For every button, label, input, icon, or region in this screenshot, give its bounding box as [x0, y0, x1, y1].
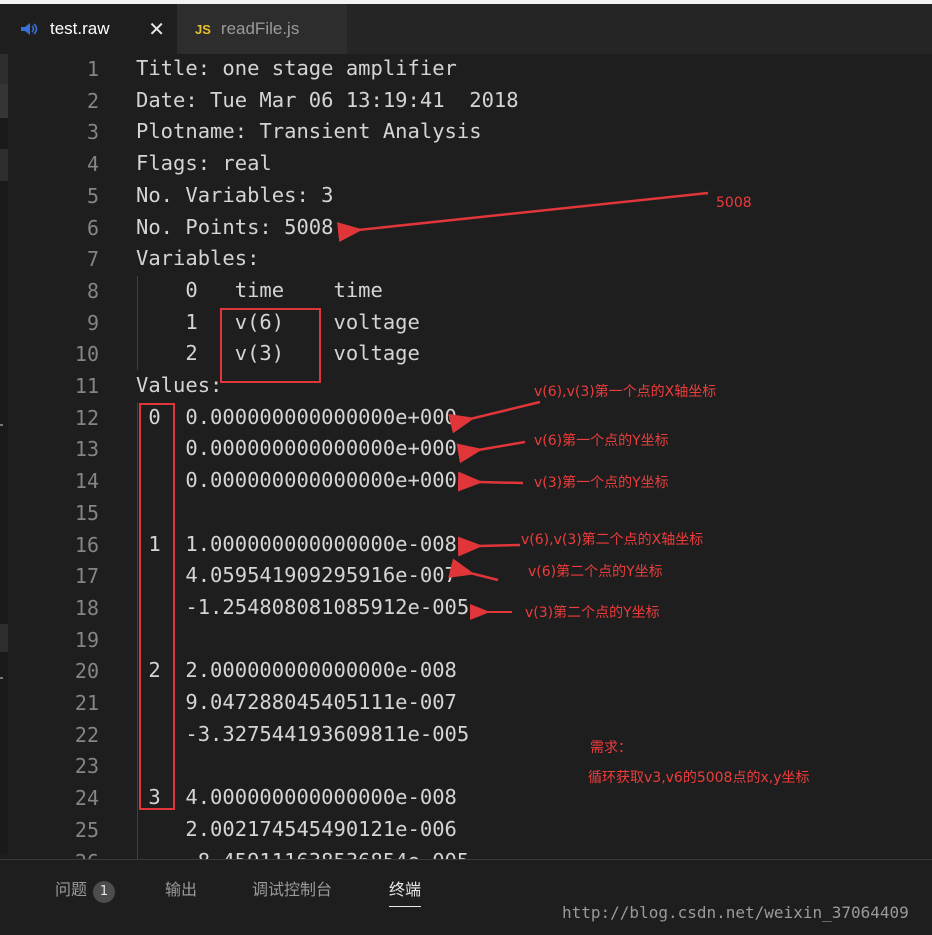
tab-problems[interactable]: 问题 1 — [55, 876, 116, 903]
line-number: 5 — [86, 183, 99, 208]
line-number: 8 — [86, 278, 99, 303]
tab-output[interactable]: 输出 — [165, 876, 197, 900]
close-icon[interactable]: ✕ — [148, 17, 165, 41]
line-number: 11 — [74, 374, 99, 398]
line-number: 7 — [86, 247, 99, 272]
code-line: 8 0 time time — [0, 276, 932, 307]
edge-mark — [0, 424, 3, 426]
raw-file-icon — [21, 23, 38, 35]
variables-highlight-box — [220, 308, 321, 383]
annotation-line-14: v(3)第一个点的Y坐标 — [534, 475, 669, 491]
index-highlight-box — [139, 403, 175, 810]
line-number: 14 — [74, 469, 99, 494]
line-number: 3 — [86, 120, 99, 145]
line-text: -1.254808081085912e-005 — [136, 594, 470, 619]
line-text: -3.327544193609811e-005 — [136, 721, 470, 746]
annotation-points-count: 5008 — [716, 195, 752, 211]
annotation-line-16: v(6),v(3)第二个点的X轴坐标 — [521, 532, 704, 548]
line-text: 0.000000000000000e+000 — [136, 436, 457, 461]
requirement-body: 循环获取v3,v6的5008点的x,y坐标 — [588, 770, 810, 786]
annotation-line-17: v(6)第二个点的Y坐标 — [528, 564, 663, 580]
code-line: 9 1 v(6) voltage — [0, 308, 932, 339]
line-text: No. Points: 5008 — [136, 214, 334, 239]
line-number: 25 — [74, 817, 99, 842]
code-line: 2 Date: Tue Mar 06 13:19:41 2018 — [0, 86, 932, 117]
tab-readfile-js[interactable]: JS readFile.js — [177, 4, 347, 54]
line-text: 2.002174545490121e-006 — [136, 816, 457, 841]
line-text: Plotname: Transient Analysis — [136, 119, 482, 144]
watermark: http://blog.csdn.net/weixin_37064409 — [562, 903, 909, 922]
code-line: 25 2.002174545490121e-006 — [0, 815, 932, 846]
line-number: 17 — [74, 564, 99, 589]
code-line: 1 Title: one stage amplifier — [0, 54, 932, 85]
line-number: 10 — [74, 342, 99, 367]
code-line: 26 -8.459111638536854e-005 — [0, 847, 932, 860]
code-line: 4 Flags: real — [0, 149, 932, 180]
tab-debug-console[interactable]: 调试控制台 — [252, 876, 332, 900]
line-number: 16 — [74, 532, 99, 557]
line-text: Values: — [136, 373, 223, 397]
bottom-panel: 问题 1 输出 调试控制台 终端 — [0, 859, 932, 935]
line-number: 22 — [74, 722, 99, 747]
line-text: Title: one stage amplifier — [136, 56, 457, 80]
line-number: 21 — [74, 691, 99, 715]
line-text: 2 2.000000000000000e-008 — [136, 658, 457, 683]
annotation-line-12: v(6),v(3)第一个点的X轴坐标 — [534, 384, 717, 400]
line-number: 19 — [74, 627, 99, 652]
annotation-line-13: v(6)第一个点的Y坐标 — [534, 433, 669, 449]
line-text: 1 1.000000000000000e-008 — [136, 531, 457, 556]
code-line: 10 2 v(3) voltage — [0, 339, 932, 370]
line-number: 18 — [74, 595, 99, 620]
js-file-icon: JS — [195, 21, 211, 37]
line-number: 2 — [86, 88, 99, 113]
line-number: 24 — [74, 786, 99, 811]
code-line: 5 No. Variables: 3 — [0, 181, 932, 212]
line-text: 3 4.000000000000000e-008 — [136, 785, 457, 810]
line-number: 13 — [74, 437, 99, 462]
edge-mark — [0, 677, 3, 679]
editor-tab-bar: test.raw ✕ JS readFile.js — [0, 4, 932, 54]
line-number: 9 — [86, 310, 99, 335]
tab-test-raw-label: test.raw — [50, 19, 110, 38]
line-number: 1 — [86, 57, 99, 81]
line-text: 0 0.000000000000000e+000 — [136, 404, 457, 429]
line-text: Flags: real — [136, 151, 272, 176]
annotation-line-18: v(3)第二个点的Y坐标 — [525, 605, 660, 621]
tab-readfile-js-label: readFile.js — [220, 19, 300, 38]
line-text: No. Variables: 3 — [136, 182, 334, 207]
tab-terminal[interactable]: 终端 — [389, 876, 422, 907]
tab-problems-label: 问题 — [55, 880, 88, 899]
line-number: 12 — [74, 405, 99, 430]
code-line: 7 Variables: — [0, 244, 932, 275]
code-line: 11 Values: — [0, 371, 932, 402]
requirement-title: 需求： — [590, 740, 632, 756]
line-number: 4 — [86, 152, 99, 177]
line-number: 23 — [74, 754, 99, 779]
line-text: Date: Tue Mar 06 13:19:41 2018 — [136, 87, 519, 112]
line-text: 0.000000000000000e+000 — [136, 468, 457, 493]
line-text: -8.459111638536854e-005 — [136, 849, 469, 860]
code-line: 3 Plotname: Transient Analysis — [0, 117, 932, 148]
line-number: 15 — [74, 500, 99, 525]
line-text: 0 time time — [136, 277, 383, 302]
line-text: 4.059541909295916e-007 — [136, 563, 457, 588]
line-number: 26 — [40, 850, 99, 860]
problems-count-badge: 1 — [93, 881, 116, 903]
tab-test-raw[interactable]: test.raw ✕ — [0, 4, 177, 54]
line-number: 6 — [86, 215, 99, 240]
code-line: 6 No. Points: 5008 — [0, 213, 932, 244]
line-text: Variables: — [136, 246, 260, 271]
line-number: 20 — [74, 659, 99, 684]
line-text: 9.047288045405111e-007 — [136, 690, 457, 714]
